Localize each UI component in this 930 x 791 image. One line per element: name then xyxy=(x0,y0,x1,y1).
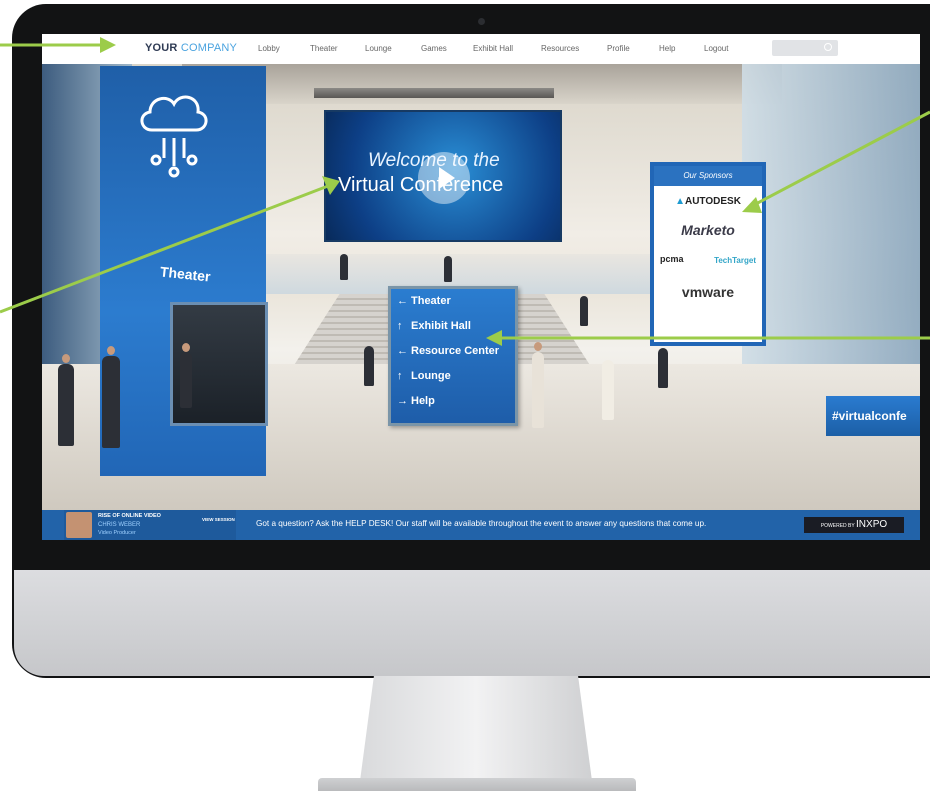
arrowhead xyxy=(100,37,116,53)
annotation-arrows xyxy=(0,37,930,346)
arrow-to-sponsors xyxy=(751,110,930,208)
arrowhead xyxy=(486,330,502,346)
arrowhead xyxy=(742,197,762,213)
arrow-to-video xyxy=(0,184,329,314)
arrowhead xyxy=(322,176,340,195)
